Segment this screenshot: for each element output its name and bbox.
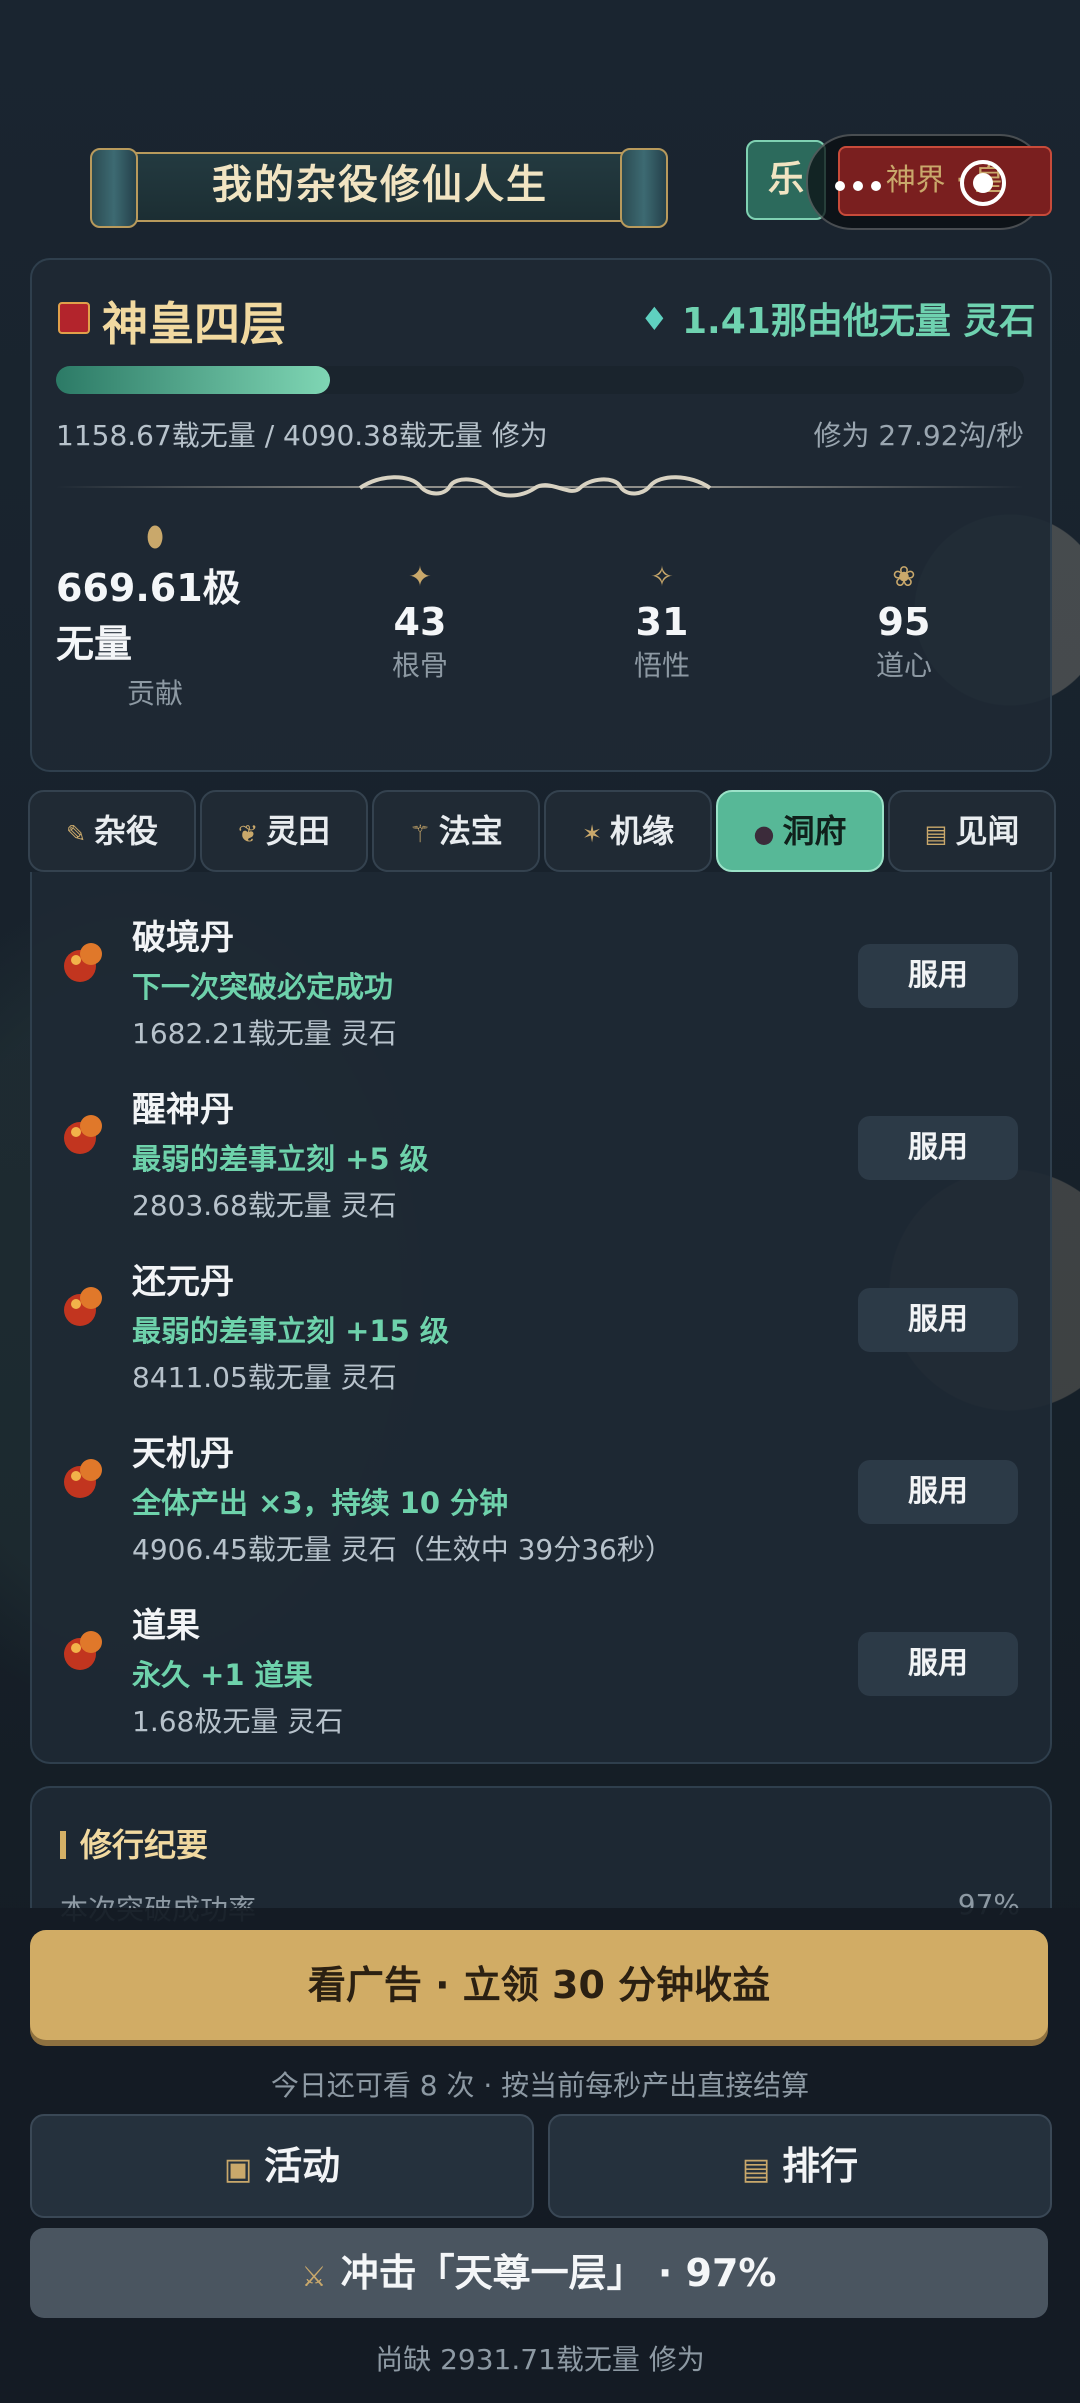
breakthrough-button[interactable]: ⚔ 冲击「天尊一层」 · 97% — [30, 2228, 1048, 2318]
spirit-stone-icon: ♦ — [640, 300, 669, 338]
tab-spirit-field[interactable]: ❦ 灵田 — [200, 790, 368, 872]
token-icon: ⬮ — [146, 520, 164, 553]
elixir-gourd-icon — [60, 1626, 106, 1672]
tab-label: 见闻 — [955, 812, 1020, 850]
field-icon: ❦ — [237, 820, 259, 848]
xiuwei-rate: 修为 27.92沟/秒 — [813, 419, 1025, 452]
stat-dao-heart: ❀ 95 道心 — [804, 560, 1004, 684]
elixir-gourd-icon — [60, 1282, 106, 1328]
pill-cost: 4906.45载无量 灵石（生效中 39分36秒） — [132, 1533, 673, 1566]
pill-cost: 2803.68载无量 灵石 — [132, 1189, 397, 1222]
tab-label: 洞府 — [782, 812, 847, 850]
stat-label: 根骨 — [391, 649, 448, 682]
ad-note: 今日还可看 8 次 · 按当前每秒产出直接结算 — [270, 2069, 810, 2102]
pill-cost: 1.68极无量 灵石 — [132, 1705, 344, 1738]
cloud-ornament-icon — [358, 475, 712, 498]
pill-name: 还元丹 — [132, 1262, 234, 1302]
breakthrough-label: 冲击「天尊一层」 · 97% — [340, 2251, 777, 2295]
stat-value: 31 — [635, 600, 689, 644]
watch-ad-button[interactable]: 看广告 · 立领 30 分钟收益 — [30, 1930, 1048, 2040]
pill-effect: 下一次突破必定成功 — [132, 970, 394, 1004]
insight-icon: ✧ — [650, 560, 674, 593]
pill-item: 道果永久 +1 道果 1.68极无量 灵石 服用 — [30, 1568, 1048, 1740]
activity-button[interactable]: ▣ 活动 — [30, 2114, 534, 2218]
use-pill-button[interactable]: 服用 — [858, 1116, 1018, 1180]
game-title: 我的杂役修仙人生 — [212, 162, 548, 208]
realm-name: 神皇四层 — [102, 297, 286, 351]
pill-cost: 1682.21载无量 灵石 — [132, 1017, 397, 1050]
stat-label: 悟性 — [633, 649, 690, 682]
tab-label: 灵田 — [266, 812, 331, 850]
fortune-icon: ✶ — [581, 820, 603, 848]
elixir-gourd-icon — [60, 1110, 106, 1156]
tab-label: 法宝 — [438, 812, 503, 850]
bone-icon: ✦ — [408, 560, 432, 593]
pill-item: 醒神丹最弱的差事立刻 +5 级 2803.68载无量 灵石 服用 — [30, 1052, 1048, 1224]
pill-name: 破境丹 — [132, 918, 234, 958]
stat-label: 道心 — [875, 649, 932, 682]
stat-value: 43 — [393, 600, 447, 644]
stat-value: 95 — [877, 600, 931, 644]
pill-item: 还元丹最弱的差事立刻 +15 级 8411.05载无量 灵石 服用 — [30, 1224, 1048, 1396]
more-menu-icon[interactable] — [835, 176, 889, 195]
ranking-button[interactable]: ▤ 排行 — [548, 2114, 1052, 2218]
xiuwei-progress-fill — [56, 366, 330, 394]
notes-title: 修行纪要 — [60, 1820, 208, 1866]
use-pill-button[interactable]: 服用 — [858, 944, 1018, 1008]
pill-effect: 全体产出 ×3，持续 10 分钟 — [132, 1486, 509, 1520]
activity-icon: ▣ — [223, 2152, 253, 2187]
xiuwei-text: 1158.67载无量 / 4090.38载无量 修为 — [56, 419, 548, 452]
pill-item: 天机丹全体产出 ×3，持续 10 分钟 4906.45载无量 灵石（生效中 39分… — [30, 1396, 1048, 1568]
stat-insight: ✧ 31 悟性 — [562, 560, 762, 684]
tab-label: 机缘 — [610, 812, 675, 850]
heart-icon: ❀ — [892, 560, 916, 593]
sword-icon: ⚔ — [301, 2260, 327, 2293]
use-pill-button[interactable]: 服用 — [858, 1460, 1018, 1524]
tab-news[interactable]: ▤ 见闻 — [888, 790, 1056, 872]
tab-label: 杂役 — [94, 812, 159, 850]
close-target-icon[interactable] — [960, 160, 1006, 206]
elixir-gourd-icon — [60, 1454, 106, 1500]
stat-contribution: ⬮ 669.61极无量 贡献 — [40, 520, 270, 712]
ranking-scroll-icon: ▤ — [741, 2152, 771, 2187]
stat-label: 贡献 — [126, 677, 183, 710]
stat-value: 669.61极无量 — [56, 566, 241, 666]
elixir-gourd-icon — [60, 938, 106, 984]
pill-effect: 最弱的差事立刻 +5 级 — [132, 1142, 429, 1176]
pill-name: 醒神丹 — [132, 1090, 234, 1130]
realm-seal-icon — [58, 302, 90, 334]
cave-icon: ● — [753, 820, 775, 848]
pill-item: 破境丹下一次突破必定成功 1682.21载无量 灵石 服用 — [30, 880, 1048, 1052]
tab-artifact[interactable]: ⚚ 法宝 — [372, 790, 540, 872]
tab-chores[interactable]: ✎ 杂役 — [28, 790, 196, 872]
title-banner: 我的杂役修仙人生 — [30, 140, 720, 230]
spirit-stones: 1.41那由他无量 灵石 — [682, 301, 1036, 342]
pill-cost: 8411.05载无量 灵石 — [132, 1361, 397, 1394]
ranking-label: 排行 — [782, 2144, 859, 2188]
artifact-icon: ⚚ — [409, 820, 431, 848]
tab-cave[interactable]: ● 洞府 — [716, 790, 884, 872]
use-pill-button[interactable]: 服用 — [858, 1632, 1018, 1696]
activity-label: 活动 — [264, 2144, 341, 2188]
scroll-icon: ▤ — [924, 820, 948, 848]
pill-name: 天机丹 — [132, 1434, 234, 1474]
xiuwei-lack: 尚缺 2931.71载无量 修为 — [375, 2343, 705, 2376]
pill-name: 道果 — [132, 1606, 200, 1646]
tab-fortune[interactable]: ✶ 机缘 — [544, 790, 712, 872]
broom-icon: ✎ — [65, 820, 87, 848]
use-pill-button[interactable]: 服用 — [858, 1288, 1018, 1352]
stat-root-bone: ✦ 43 根骨 — [320, 560, 520, 684]
pill-effect: 最弱的差事立刻 +15 级 — [132, 1314, 449, 1348]
pill-effect: 永久 +1 道果 — [132, 1658, 313, 1692]
